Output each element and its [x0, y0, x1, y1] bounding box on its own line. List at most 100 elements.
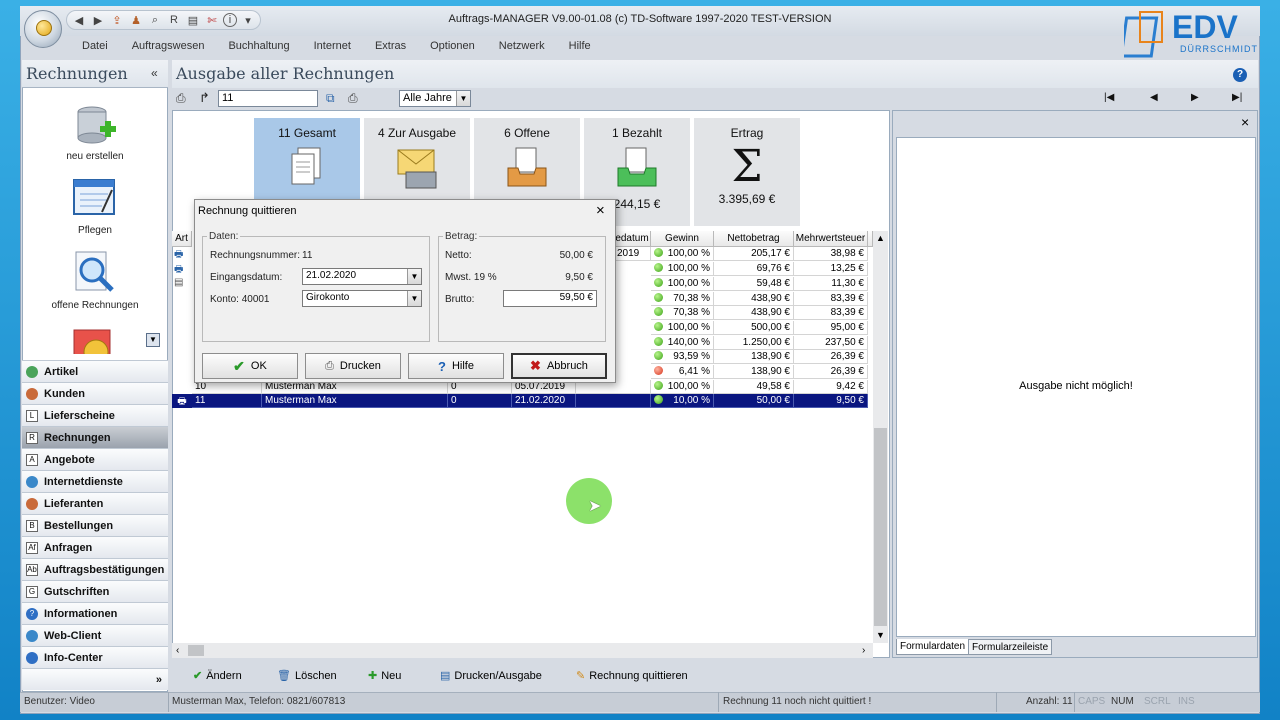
menu-netzwerk[interactable]: Netzwerk [487, 38, 557, 56]
new-button[interactable]: ✚ Neu [368, 669, 401, 683]
scroll-up-icon[interactable]: ▲ [876, 233, 885, 243]
mouse-cursor-icon: ➤ [588, 498, 602, 515]
ok-button[interactable]: ✔ OK [202, 353, 298, 379]
nav-gutschriften[interactable]: G Gutschriften [22, 580, 168, 602]
nav-angebote[interactable]: A Angebote [22, 448, 168, 470]
horizontal-scrollbar[interactable] [172, 643, 873, 658]
print-button[interactable]: ⎙ Drucken [305, 353, 401, 379]
eingangsdatum-field[interactable]: 21.02.2020 ▼ [302, 268, 422, 285]
cell-mwst: 26,39 € [794, 350, 868, 364]
menu-extras[interactable]: Extras [363, 38, 418, 56]
nav-internetdienste[interactable]: Internetdienste [22, 470, 168, 492]
gewinn-value: 6,41 % [678, 366, 710, 377]
nav-auftragsbestaetigungen[interactable]: Ab Auftragsbestätigungen [22, 558, 168, 580]
open-invoices-action[interactable]: offene Rechnungen [22, 300, 168, 311]
magnifier-icon[interactable] [72, 250, 116, 294]
gewinn-value: 100,00 % [667, 278, 710, 289]
tile-label: 1 Bezahlt [611, 126, 663, 140]
scroll-right-icon[interactable]: › [862, 645, 865, 656]
printer-icon[interactable]: ⎙ [348, 91, 358, 106]
nav-anfragen[interactable]: Af Anfragen [22, 536, 168, 558]
new-invoice-action[interactable]: neu erstellen [22, 151, 168, 162]
cell-netto: 500,00 € [714, 321, 794, 335]
nav-bestellungen[interactable]: B Bestellungen [22, 514, 168, 536]
rechnungsnummer-value: 11 [302, 250, 313, 261]
copy-icon[interactable]: ⧉ [326, 91, 335, 106]
nav-more-button[interactable]: » [22, 668, 168, 690]
sidebar-title: Rechnungen [26, 64, 128, 83]
form-edit-icon[interactable] [72, 178, 116, 218]
tab-formulardaten[interactable]: Formulardaten [896, 639, 970, 655]
chart-report-icon[interactable] [72, 326, 116, 354]
prev-record-icon[interactable]: ◀ [1150, 92, 1158, 103]
delete-button[interactable]: 🗑 Löschen [277, 669, 337, 683]
nav-informationen[interactable]: ? Informationen [22, 602, 168, 624]
tile-ertrag[interactable]: Ertrag Σ 3.395,69 € [694, 118, 800, 226]
year-filter-select[interactable]: Alle Jahre ▼ [399, 90, 471, 107]
nav-kunden[interactable]: Kunden [22, 382, 168, 404]
status-dot-icon [654, 278, 663, 287]
page-title: Ausgabe aller Rechnungen [176, 64, 395, 83]
chevron-down-icon[interactable]: ▼ [407, 269, 421, 284]
col-header-datum[interactable]: edatum [614, 231, 651, 247]
edv-logo: EDV DÜRRSCHMIDT [1119, 8, 1258, 62]
menu-buchhaltung[interactable]: Buchhaltung [216, 38, 301, 56]
gutschriften-icon: G [26, 585, 38, 598]
preview-message: Ausgabe nicht möglich! [1019, 380, 1133, 392]
nav-lieferscheine[interactable]: L Lieferscheine [22, 404, 168, 426]
logo-subtitle: DÜRRSCHMIDT [1180, 44, 1258, 54]
close-icon[interactable]: × [1241, 114, 1249, 130]
sidebar-collapse-button[interactable]: « [151, 66, 158, 80]
cancel-label: Abbruch [546, 360, 588, 372]
print-preview-icon[interactable]: ⎙ [176, 91, 191, 106]
nav-rechnungen[interactable]: R Rechnungen [22, 426, 168, 448]
next-record-icon[interactable]: ▶ [1191, 92, 1199, 103]
help-icon[interactable]: ? [1233, 68, 1247, 82]
print-output-button[interactable]: ▤ Drucken/Ausgabe [440, 669, 542, 683]
goto-arrow-icon[interactable]: ↱ [199, 90, 210, 106]
tile-label: 6 Offene [504, 126, 550, 140]
first-record-icon[interactable]: |◀ [1104, 92, 1114, 103]
menu-hilfe[interactable]: Hilfe [557, 38, 603, 56]
menu-optionen[interactable]: Optionen [418, 38, 487, 56]
col-header-mehrwertsteuer[interactable]: Mehrwertsteuer [794, 231, 868, 247]
nav-info-center[interactable]: Info-Center [22, 646, 168, 668]
nav-artikel[interactable]: Artikel [22, 360, 168, 382]
table-row-selected[interactable]: 11 Musterman Max 0 21.02.2020 10,00 % 50… [192, 394, 873, 408]
search-input[interactable]: 11 [218, 90, 318, 107]
status-user: Benutzer: Video [24, 696, 95, 707]
nav-web-client[interactable]: Web-Client [22, 624, 168, 646]
scroll-down-icon[interactable]: ▼ [876, 630, 885, 640]
col-header-nettobetrag[interactable]: Nettobetrag [714, 231, 794, 247]
brutto-field[interactable]: 59,50 € [503, 290, 597, 307]
sidebar-scroll-down-button[interactable]: ▼ [146, 333, 160, 347]
col-header-gewinn[interactable]: Gewinn [651, 231, 714, 247]
dialog-close-icon[interactable]: × [596, 202, 605, 219]
window-title: Auftrags-MANAGER V9.00-01.08 (c) TD-Soft… [448, 13, 832, 25]
acknowledge-invoice-button[interactable]: ✎ Rechnung quittieren [576, 669, 688, 683]
horizontal-scroll-thumb[interactable] [188, 645, 204, 656]
tab-formularzeileiste[interactable]: Formularzeileiste [968, 639, 1053, 655]
status-dot-icon [654, 263, 663, 272]
cell-mwst: 83,39 € [794, 306, 868, 320]
question-icon: ? [438, 358, 446, 374]
maintain-action[interactable]: Pflegen [22, 225, 168, 236]
scroll-left-icon[interactable]: ‹ [176, 645, 179, 656]
menu-internet[interactable]: Internet [302, 38, 363, 56]
cancel-button[interactable]: ✖ Abbruch [511, 353, 607, 379]
nav-lieferanten[interactable]: Lieferanten [22, 492, 168, 514]
col-header-art[interactable]: Art [172, 231, 192, 247]
last-record-icon[interactable]: ▶| [1232, 92, 1242, 103]
chevron-down-icon[interactable]: ▼ [407, 291, 421, 306]
menu-datei[interactable]: Datei [70, 38, 120, 56]
database-add-icon[interactable] [74, 104, 118, 148]
konto-select[interactable]: Girokonto ▼ [302, 290, 422, 307]
status-divider [718, 692, 719, 712]
cell-netto: 205,17 € [714, 247, 794, 261]
cell-gewinn: 70,38 % [651, 292, 714, 306]
help-button[interactable]: ? Hilfe [408, 353, 504, 379]
menu-auftragswesen[interactable]: Auftragswesen [120, 38, 217, 56]
vertical-scroll-thumb[interactable] [874, 428, 887, 626]
status-ins: INS [1178, 696, 1195, 707]
edit-button[interactable]: ✔ Ändern [193, 669, 242, 683]
